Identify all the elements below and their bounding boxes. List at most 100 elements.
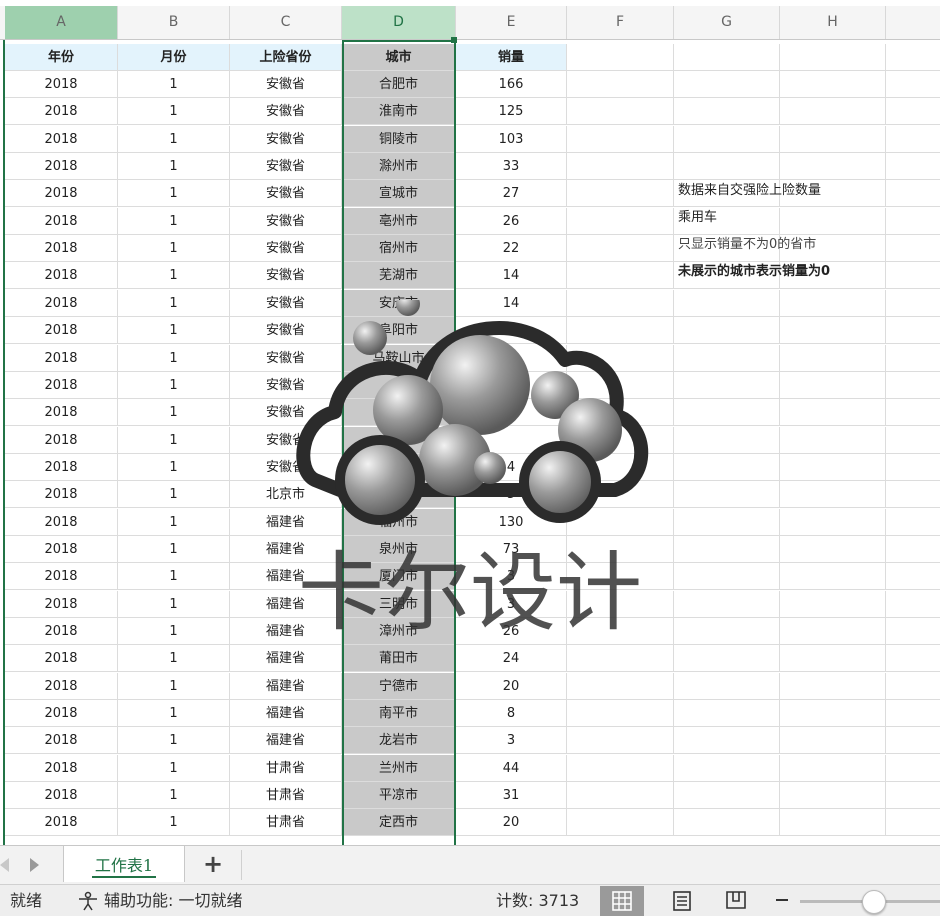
- empty-cell[interactable]: [674, 618, 780, 645]
- col-header-f[interactable]: F: [567, 6, 674, 39]
- empty-cell[interactable]: [674, 289, 780, 317]
- data-cell[interactable]: 福建省: [230, 590, 342, 618]
- empty-cell[interactable]: [674, 727, 780, 755]
- empty-cell[interactable]: [567, 618, 674, 645]
- data-cell[interactable]: 1: [118, 618, 230, 645]
- empty-cell[interactable]: [567, 98, 674, 126]
- empty-cell[interactable]: [780, 481, 886, 509]
- data-cell[interactable]: 兰州市: [342, 754, 456, 782]
- data-cell[interactable]: 1: [118, 317, 230, 345]
- data-cell[interactable]: 31: [456, 782, 567, 810]
- empty-cell[interactable]: [780, 754, 886, 782]
- data-cell[interactable]: 2018: [5, 453, 118, 481]
- empty-cell[interactable]: [886, 153, 940, 181]
- data-cell[interactable]: 安徽省: [230, 262, 342, 290]
- data-cell[interactable]: 芜湖市: [342, 262, 456, 290]
- data-cell[interactable]: 安徽省: [230, 453, 342, 481]
- empty-cell[interactable]: [567, 344, 674, 372]
- empty-cell[interactable]: [674, 535, 780, 563]
- header-cell[interactable]: 销量: [456, 44, 567, 71]
- data-cell[interactable]: 1: [118, 125, 230, 153]
- data-cell[interactable]: 3: [456, 727, 567, 755]
- empty-cell[interactable]: [886, 98, 940, 126]
- data-cell[interactable]: 北京市: [230, 481, 342, 509]
- data-cell[interactable]: 103: [456, 125, 567, 153]
- data-cell[interactable]: 安徽省: [230, 399, 342, 427]
- empty-cell[interactable]: [886, 618, 940, 645]
- empty-cell[interactable]: [886, 645, 940, 673]
- empty-cell[interactable]: [674, 782, 780, 810]
- data-cell[interactable]: 73: [456, 535, 567, 563]
- zoom-slider-handle[interactable]: [862, 890, 886, 914]
- note-vehicle[interactable]: 乘用车: [678, 204, 717, 231]
- empty-cell[interactable]: [886, 591, 940, 618]
- empty-cell[interactable]: [780, 453, 886, 481]
- empty-cell[interactable]: [886, 509, 940, 536]
- data-cell[interactable]: 甘肃省: [230, 809, 342, 837]
- header-cell[interactable]: 年份: [5, 44, 118, 71]
- empty-cell[interactable]: [567, 371, 674, 399]
- empty-cell[interactable]: [780, 344, 886, 372]
- next-sheet-icon[interactable]: [30, 858, 39, 872]
- empty-cell[interactable]: [886, 317, 940, 345]
- data-cell[interactable]: 14: [456, 289, 567, 317]
- data-cell[interactable]: 安徽省: [230, 98, 342, 126]
- data-cell[interactable]: 1: [118, 153, 230, 181]
- data-cell[interactable]: 2018: [5, 809, 118, 837]
- data-cell[interactable]: 1: [118, 453, 230, 481]
- data-cell[interactable]: 2018: [5, 645, 118, 673]
- data-cell[interactable]: 20: [456, 809, 567, 837]
- data-cell[interactable]: 安徽省: [230, 289, 342, 317]
- empty-cell[interactable]: [780, 153, 886, 181]
- note-zero[interactable]: 未展示的城市表示销量为0: [678, 258, 830, 285]
- data-cell[interactable]: [456, 399, 567, 427]
- header-cell[interactable]: 城市: [342, 44, 456, 71]
- data-cell[interactable]: 1: [118, 782, 230, 810]
- data-cell[interactable]: 南平市: [342, 700, 456, 728]
- empty-cell[interactable]: [567, 317, 674, 345]
- empty-cell[interactable]: [674, 399, 780, 427]
- data-cell[interactable]: [342, 399, 456, 427]
- data-cell[interactable]: 福建省: [230, 535, 342, 563]
- empty-cell[interactable]: [567, 700, 674, 728]
- data-cell[interactable]: 2018: [5, 754, 118, 782]
- empty-cell[interactable]: [567, 207, 674, 235]
- data-cell[interactable]: 2018: [5, 618, 118, 645]
- empty-cell[interactable]: [567, 262, 674, 290]
- empty-cell[interactable]: [780, 98, 886, 126]
- data-cell[interactable]: 2018: [5, 782, 118, 810]
- data-cell[interactable]: 滁州市: [342, 153, 456, 181]
- data-cell[interactable]: 2018: [5, 125, 118, 153]
- data-cell[interactable]: 22: [456, 235, 567, 263]
- col-header-b[interactable]: B: [118, 6, 230, 39]
- data-cell[interactable]: 2018: [5, 71, 118, 98]
- data-cell[interactable]: 166: [456, 71, 567, 98]
- accessibility-icon[interactable]: [76, 891, 100, 911]
- col-header-c[interactable]: C: [230, 6, 342, 39]
- col-header-h[interactable]: H: [780, 6, 886, 39]
- col-header-g[interactable]: G: [674, 6, 780, 39]
- data-cell[interactable]: 2018: [5, 481, 118, 509]
- col-header-d[interactable]: D: [342, 6, 456, 39]
- data-cell[interactable]: 平凉市: [342, 782, 456, 810]
- data-cell[interactable]: 1: [118, 426, 230, 454]
- data-cell[interactable]: 1: [118, 809, 230, 837]
- add-sheet-button[interactable]: +: [196, 848, 230, 880]
- data-cell[interactable]: 2018: [5, 508, 118, 536]
- data-cell[interactable]: 宿州市: [342, 235, 456, 263]
- data-cell[interactable]: 1: [118, 590, 230, 618]
- data-cell[interactable]: [456, 426, 567, 454]
- data-cell[interactable]: 27: [456, 180, 567, 208]
- empty-cell[interactable]: [674, 481, 780, 509]
- empty-cell[interactable]: [780, 618, 886, 645]
- empty-cell[interactable]: [886, 700, 940, 728]
- data-cell[interactable]: 宣城市: [342, 180, 456, 208]
- empty-cell[interactable]: [567, 399, 674, 427]
- data-cell[interactable]: 福建省: [230, 727, 342, 755]
- empty-cell[interactable]: [886, 235, 940, 263]
- empty-cell[interactable]: [567, 235, 674, 263]
- empty-cell[interactable]: [674, 754, 780, 782]
- empty-cell[interactable]: [780, 371, 886, 399]
- empty-cell[interactable]: [780, 71, 886, 98]
- data-cell[interactable]: 33: [456, 153, 567, 181]
